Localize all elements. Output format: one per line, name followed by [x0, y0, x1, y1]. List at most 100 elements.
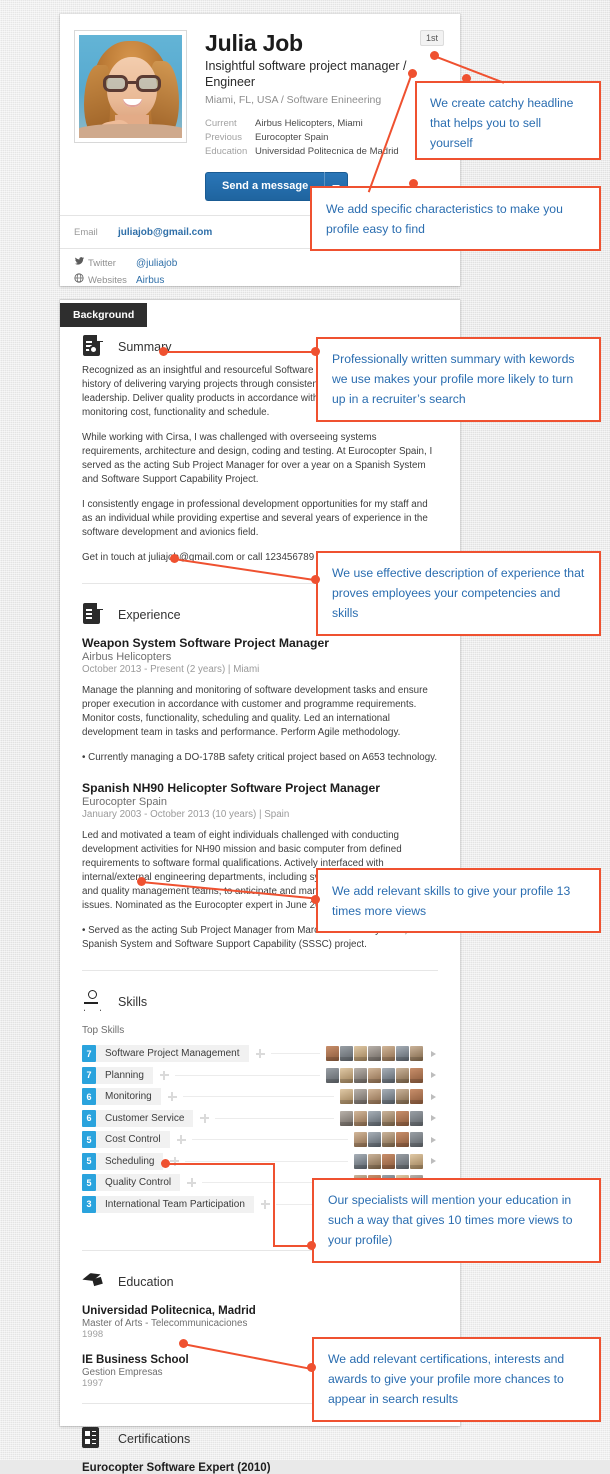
skill-row[interactable]: 5 Scheduling	[82, 1152, 438, 1171]
fact-label: Current	[205, 118, 237, 129]
skill-name[interactable]: Scheduling	[96, 1152, 164, 1170]
endorser-avatar[interactable]	[326, 1067, 339, 1083]
glasses-icon	[103, 75, 161, 92]
skill-name[interactable]: Monitoring	[96, 1088, 161, 1105]
tab-background[interactable]: Background	[60, 303, 148, 327]
chevron-right-icon[interactable]	[428, 1137, 438, 1143]
endorser-avatar[interactable]	[340, 1067, 353, 1083]
skill-endorsement-count: 6	[82, 1109, 96, 1127]
chevron-right-icon[interactable]	[428, 1158, 438, 1164]
job-title: Spanish NH90 Helicopter Software Project…	[82, 781, 380, 795]
endorser-avatar[interactable]	[410, 1110, 423, 1126]
chevron-right-icon[interactable]	[428, 1115, 438, 1121]
endorser-avatar[interactable]	[354, 1110, 367, 1126]
callout-characteristics: We add specific characteristics to make …	[310, 186, 601, 251]
chevron-right-icon[interactable]	[428, 1094, 438, 1100]
endorser-avatar[interactable]	[368, 1067, 381, 1083]
skill-name[interactable]: Software Project Management	[96, 1045, 249, 1062]
callout-text: We add specific characteristics to make …	[326, 202, 563, 236]
endorser-avatar[interactable]	[368, 1110, 381, 1126]
plus-icon[interactable]	[187, 1178, 197, 1187]
endorser-avatar[interactable]	[354, 1132, 367, 1147]
endorser-avatar[interactable]	[382, 1089, 395, 1104]
endorser-avatars[interactable]	[326, 1046, 423, 1061]
endorser-avatar[interactable]	[340, 1110, 353, 1126]
websites-label: Websites	[88, 275, 127, 286]
skill-name[interactable]: Customer Service	[96, 1109, 194, 1127]
skill-name[interactable]: Quality Control	[96, 1174, 181, 1191]
endorser-avatar[interactable]	[382, 1110, 395, 1126]
endorser-avatar[interactable]	[396, 1110, 409, 1126]
twitter-handle[interactable]: @juliajob	[136, 255, 177, 272]
endorser-avatar[interactable]	[354, 1089, 367, 1104]
endorser-avatars[interactable]	[340, 1110, 423, 1126]
chevron-right-icon[interactable]	[428, 1051, 438, 1057]
education-title: Education	[118, 1274, 174, 1289]
job-meta: October 2013 - Present (2 years) | Miami	[82, 664, 260, 675]
endorser-avatar[interactable]	[340, 1089, 353, 1104]
send-message-button[interactable]: Send a message	[205, 172, 325, 201]
skill-endorsement-count: 6	[82, 1088, 96, 1105]
skill-row[interactable]: 6 Customer Service	[82, 1109, 438, 1128]
endorser-avatar[interactable]	[368, 1153, 381, 1169]
endorser-avatar[interactable]	[368, 1132, 381, 1147]
endorser-avatar[interactable]	[410, 1067, 423, 1083]
education-header: Education	[82, 1265, 438, 1299]
endorser-avatar[interactable]	[354, 1153, 367, 1169]
skill-rule	[182, 1096, 334, 1097]
education-icon	[82, 1270, 104, 1294]
callout-text: We add relevant certifications, interest…	[328, 1352, 565, 1406]
plus-icon[interactable]	[260, 1199, 270, 1209]
plus-icon[interactable]	[255, 1049, 265, 1058]
certifications-icon	[82, 1426, 104, 1451]
endorser-avatar[interactable]	[396, 1132, 409, 1147]
endorser-avatar[interactable]	[410, 1132, 423, 1147]
endorser-avatar[interactable]	[382, 1046, 395, 1061]
plus-icon[interactable]	[167, 1092, 177, 1101]
plus-icon[interactable]	[176, 1135, 186, 1144]
endorser-avatar[interactable]	[410, 1153, 423, 1169]
callout-leader-line	[163, 351, 317, 353]
skill-row[interactable]: 7 Planning	[82, 1066, 438, 1085]
skill-row[interactable]: 5 Cost Control	[82, 1130, 438, 1149]
endorser-avatar[interactable]	[326, 1046, 339, 1061]
endorser-avatar[interactable]	[396, 1153, 409, 1169]
website-value[interactable]: Airbus	[136, 272, 164, 289]
endorser-avatar[interactable]	[382, 1132, 395, 1147]
experience-icon	[82, 603, 104, 627]
avatar	[79, 35, 182, 138]
endorser-avatar[interactable]	[396, 1067, 409, 1083]
endorser-avatar[interactable]	[410, 1089, 423, 1104]
websites-row: Websites Airbus	[74, 272, 446, 289]
plus-icon[interactable]	[200, 1113, 210, 1123]
endorser-avatar[interactable]	[340, 1046, 353, 1061]
endorser-avatar[interactable]	[354, 1046, 367, 1061]
endorser-avatars[interactable]	[326, 1067, 423, 1083]
skill-rule	[191, 1139, 348, 1140]
skill-rule	[174, 1074, 320, 1076]
plus-icon[interactable]	[159, 1070, 169, 1080]
endorser-avatar[interactable]	[396, 1046, 409, 1061]
twitter-label: Twitter	[88, 258, 116, 269]
skill-name[interactable]: Planning	[96, 1066, 153, 1084]
endorser-avatar[interactable]	[410, 1046, 423, 1061]
endorser-avatar[interactable]	[396, 1089, 409, 1104]
skill-name[interactable]: International Team Participation	[96, 1195, 254, 1213]
skill-row[interactable]: 7 Software Project Management	[82, 1044, 438, 1063]
endorser-avatars[interactable]	[354, 1153, 423, 1169]
email-value[interactable]: juliajob@gmail.com	[118, 224, 212, 242]
callout-leader-line	[273, 1163, 275, 1246]
callout-skills: We add relevant skills to give your prof…	[316, 868, 601, 933]
endorser-avatar[interactable]	[368, 1046, 381, 1061]
endorser-avatars[interactable]	[354, 1132, 423, 1147]
endorser-avatar[interactable]	[382, 1067, 395, 1083]
endorser-avatar[interactable]	[368, 1089, 381, 1104]
endorser-avatar[interactable]	[354, 1067, 367, 1083]
callout-text: Professionally written summary with kewo…	[332, 352, 575, 406]
chevron-right-icon[interactable]	[428, 1072, 438, 1078]
skill-row[interactable]: 6 Monitoring	[82, 1087, 438, 1106]
callout-target-dot	[311, 895, 320, 904]
endorser-avatars[interactable]	[340, 1089, 423, 1104]
skill-name[interactable]: Cost Control	[96, 1131, 170, 1148]
endorser-avatar[interactable]	[382, 1153, 395, 1169]
